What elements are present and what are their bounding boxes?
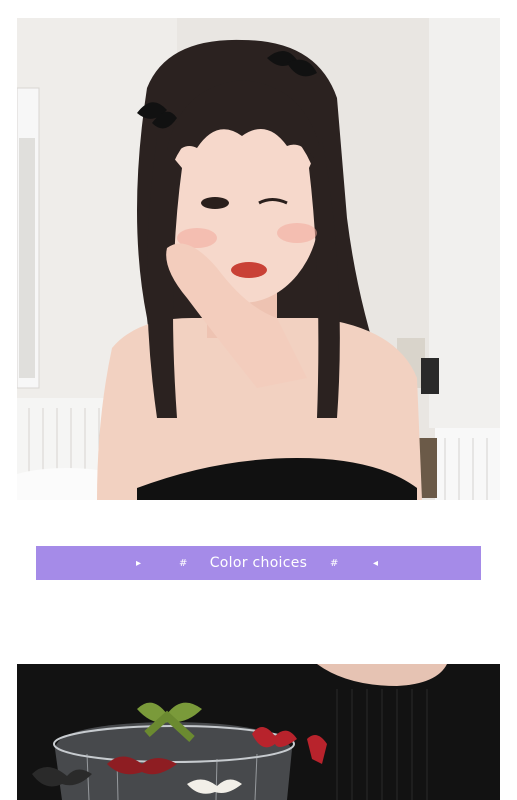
left-triangle-icon: ◂ — [373, 557, 379, 569]
color-choices-banner: ▸ # Color choices # ◂ — [36, 546, 481, 580]
right-hash-mark: # — [330, 557, 339, 569]
right-triangle-icon: ▸ — [136, 557, 142, 569]
section-title: Color choices — [209, 555, 308, 571]
left-hash-mark: # — [179, 557, 188, 569]
model-photo — [17, 18, 500, 500]
product-photo — [17, 664, 500, 800]
